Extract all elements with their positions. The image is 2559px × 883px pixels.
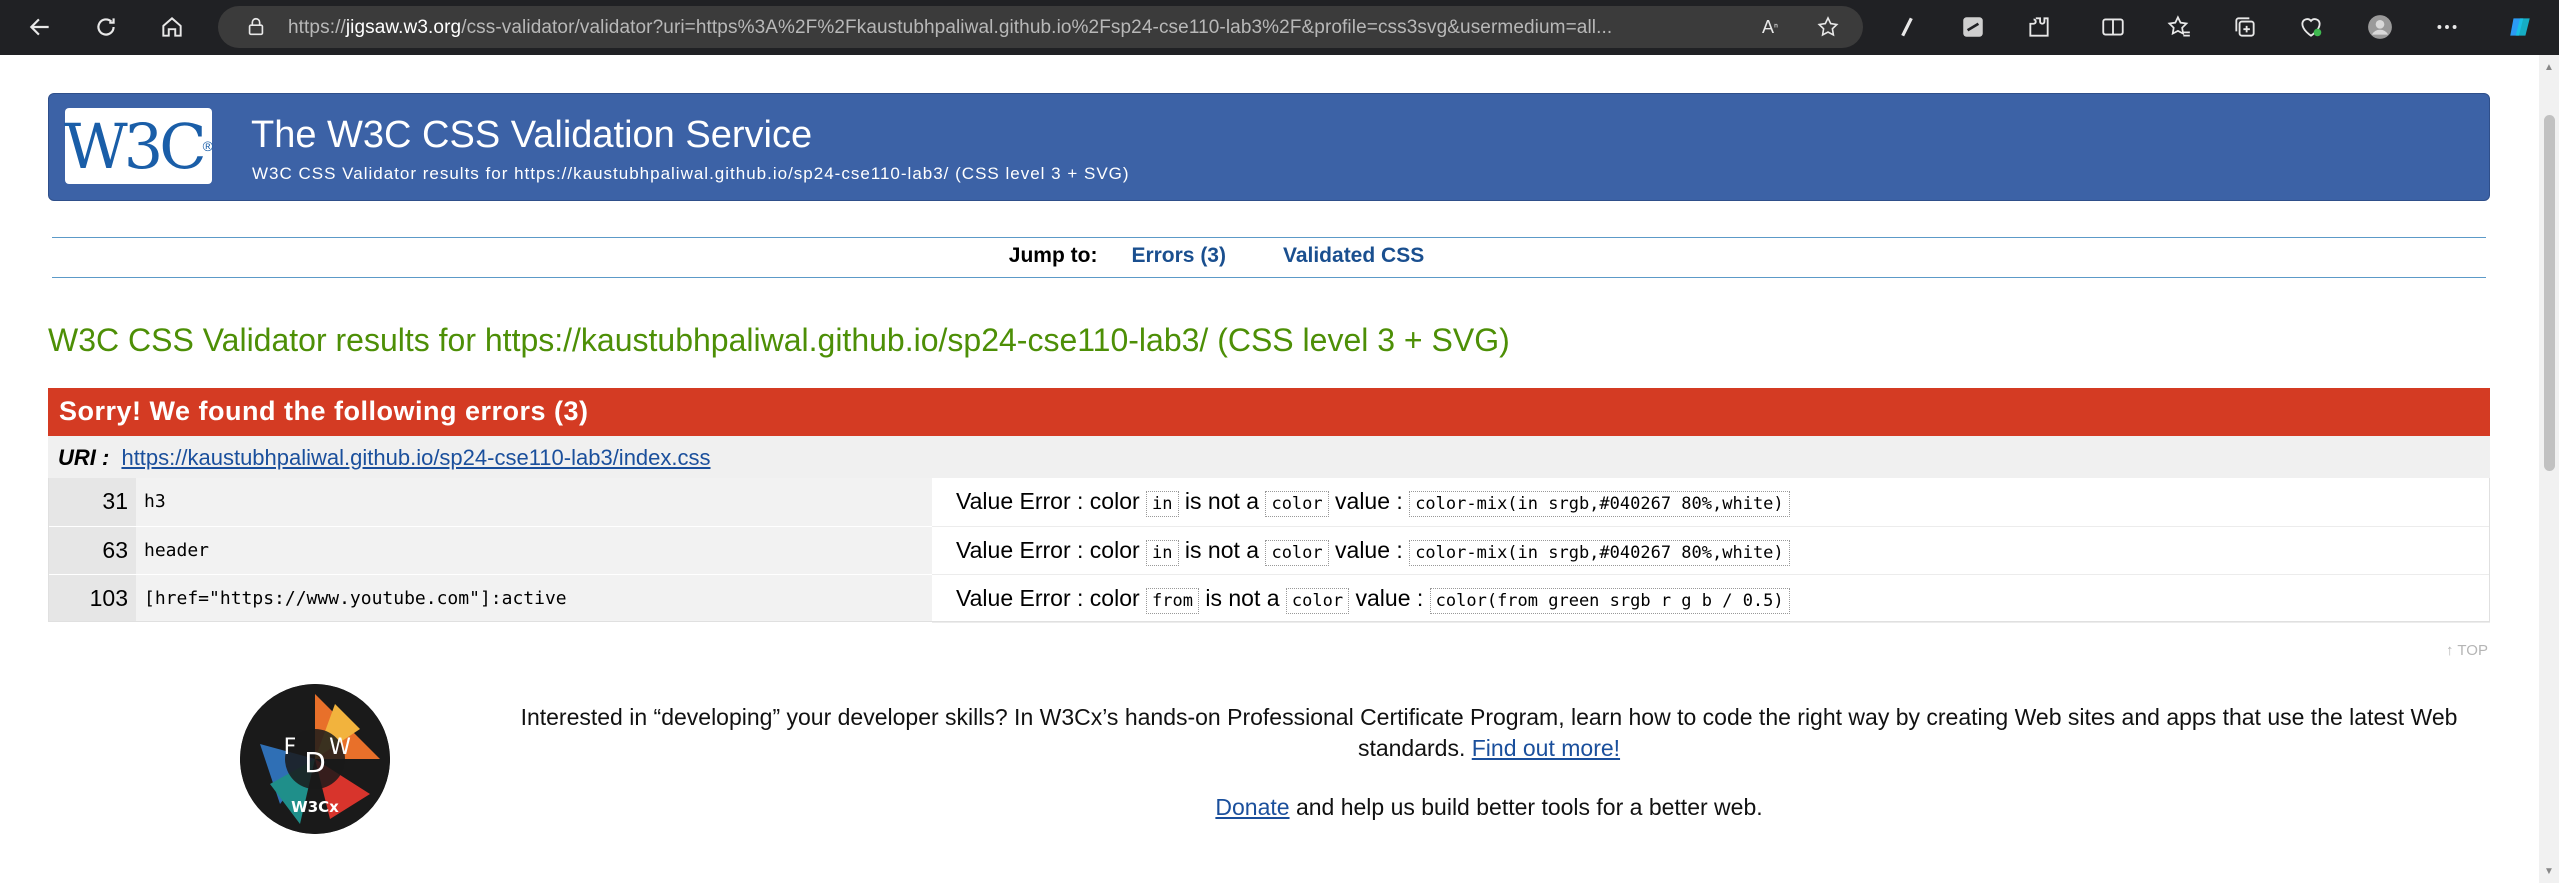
error-type-token: color bbox=[1285, 587, 1350, 614]
lock-icon[interactable] bbox=[244, 15, 268, 39]
badge-text: W3Cx bbox=[291, 798, 339, 816]
nav-divider-top bbox=[52, 237, 2486, 238]
svg-text:F: F bbox=[284, 735, 297, 760]
error-message-mid: is not a bbox=[1205, 584, 1280, 611]
browser-essentials-icon[interactable] bbox=[2296, 12, 2326, 42]
uri-row: URI : https://kaustubhpaliwal.github.io/… bbox=[48, 436, 2490, 478]
favorite-star-icon[interactable] bbox=[1816, 15, 1840, 39]
results-title: W3C CSS Validator results for https://ka… bbox=[48, 322, 1510, 358]
error-context: h3 bbox=[136, 478, 932, 527]
error-message: Value Error : color in is not a color va… bbox=[932, 526, 2490, 575]
uri-label: URI : bbox=[58, 445, 110, 470]
errors-table: 31 h3 Value Error : color in is not a co… bbox=[48, 478, 2490, 623]
scroll-thumb[interactable] bbox=[2544, 115, 2555, 471]
error-value-label: value : bbox=[1355, 584, 1424, 611]
scroll-up-icon[interactable]: ▲ bbox=[2543, 61, 2555, 73]
error-message-mid: is not a bbox=[1184, 536, 1260, 563]
error-line-number: 31 bbox=[48, 478, 136, 527]
extensions-icon[interactable] bbox=[2024, 12, 2054, 42]
page-scrollbar[interactable]: ▲ ▼ bbox=[2539, 55, 2559, 883]
extension-a-icon[interactable] bbox=[1892, 12, 1922, 42]
uri-link[interactable]: https://kaustubhpaliwal.github.io/sp24-c… bbox=[121, 445, 710, 470]
error-message-mid: is not a bbox=[1184, 488, 1260, 515]
error-message-prefix: Value Error : color bbox=[956, 488, 1140, 515]
promo-text: Interested in “developing” your develope… bbox=[520, 702, 2458, 764]
error-value-label: value : bbox=[1335, 536, 1403, 563]
jump-nav: Jump to: Errors (3) Validated CSS bbox=[0, 244, 2490, 268]
error-message-prefix: Value Error : color bbox=[956, 536, 1140, 563]
error-context: [href="https://www.youtube.com"]:active bbox=[136, 574, 932, 623]
error-type-token: color bbox=[1265, 539, 1329, 566]
back-icon[interactable] bbox=[20, 7, 60, 47]
error-row: 31 h3 Value Error : color in is not a co… bbox=[48, 478, 2490, 527]
w3c-logo-text: W3C bbox=[64, 109, 207, 183]
back-to-top-link[interactable]: ↑ TOP bbox=[2446, 642, 2488, 659]
error-bad-token: in bbox=[1146, 539, 1179, 566]
home-icon[interactable] bbox=[152, 7, 192, 47]
more-icon[interactable] bbox=[2432, 12, 2462, 42]
error-context: header bbox=[136, 526, 932, 575]
donate-link[interactable]: Donate bbox=[1215, 794, 1289, 820]
banner-subtitle: W3C CSS Validator results for https://ka… bbox=[252, 164, 1130, 183]
jump-label: Jump to: bbox=[1008, 244, 1098, 267]
jump-errors-link[interactable]: Errors (3) bbox=[1131, 244, 1226, 268]
error-line-number: 103 bbox=[48, 574, 136, 623]
svg-text:W: W bbox=[329, 735, 351, 760]
collections-icon[interactable] bbox=[2230, 12, 2260, 42]
profile-icon[interactable] bbox=[2365, 12, 2395, 42]
donate-text: and help us build better tools for a bet… bbox=[1295, 794, 1763, 820]
address-bar[interactable]: https://jigsaw.w3.org/css-validator/vali… bbox=[218, 6, 1863, 48]
svg-text:D: D bbox=[304, 746, 326, 779]
error-type-token: color bbox=[1265, 491, 1329, 518]
scroll-down-icon[interactable]: ▼ bbox=[2543, 865, 2555, 877]
url-text[interactable]: https://jigsaw.w3.org/css-validator/vali… bbox=[288, 17, 1748, 39]
error-value-token: color-mix(in srgb,#040267 80%,white) bbox=[1409, 539, 1790, 566]
error-value-label: value : bbox=[1335, 488, 1403, 515]
donate-line: Donate and help us build better tools fo… bbox=[520, 794, 2458, 821]
error-line-number: 63 bbox=[48, 526, 136, 575]
error-row: 103 [href="https://www.youtube.com"]:act… bbox=[48, 574, 2490, 623]
error-value-token: color-mix(in srgb,#040267 80%,white) bbox=[1409, 491, 1790, 518]
banner-title: The W3C CSS Validation Service bbox=[251, 114, 813, 156]
validator-banner: W3C ® The W3C CSS Validation Service W3C … bbox=[48, 93, 2490, 201]
favorites-icon[interactable] bbox=[2164, 12, 2194, 42]
error-message: Value Error : color in is not a color va… bbox=[932, 478, 2490, 527]
error-value-token: color(from green srgb r g b / 0.5) bbox=[1429, 587, 1790, 614]
jump-validated-css-link[interactable]: Validated CSS bbox=[1283, 244, 1424, 268]
error-message: Value Error : color from is not a color … bbox=[932, 574, 2490, 623]
errors-heading: Sorry! We found the following errors (3) bbox=[48, 388, 2490, 436]
w3c-logo[interactable]: W3C ® bbox=[64, 108, 213, 184]
refresh-icon[interactable] bbox=[86, 7, 126, 47]
w3cx-badge-image[interactable]: D F W W3Cx bbox=[240, 684, 390, 834]
split-screen-icon[interactable] bbox=[2098, 12, 2128, 42]
error-bad-token: in bbox=[1146, 491, 1179, 518]
find-out-more-link[interactable]: Find out more! bbox=[1472, 735, 1620, 761]
extension-b-icon[interactable] bbox=[1958, 12, 1988, 42]
browser-toolbar: https://jigsaw.w3.org/css-validator/vali… bbox=[0, 0, 2559, 55]
read-aloud-icon[interactable]: Aⁿ bbox=[1758, 15, 1782, 39]
nav-divider-bottom bbox=[52, 277, 2486, 278]
error-message-prefix: Value Error : color bbox=[956, 584, 1140, 611]
copilot-icon[interactable] bbox=[2505, 12, 2535, 42]
error-bad-token: from bbox=[1146, 587, 1199, 614]
error-row: 63 header Value Error : color in is not … bbox=[48, 526, 2490, 575]
